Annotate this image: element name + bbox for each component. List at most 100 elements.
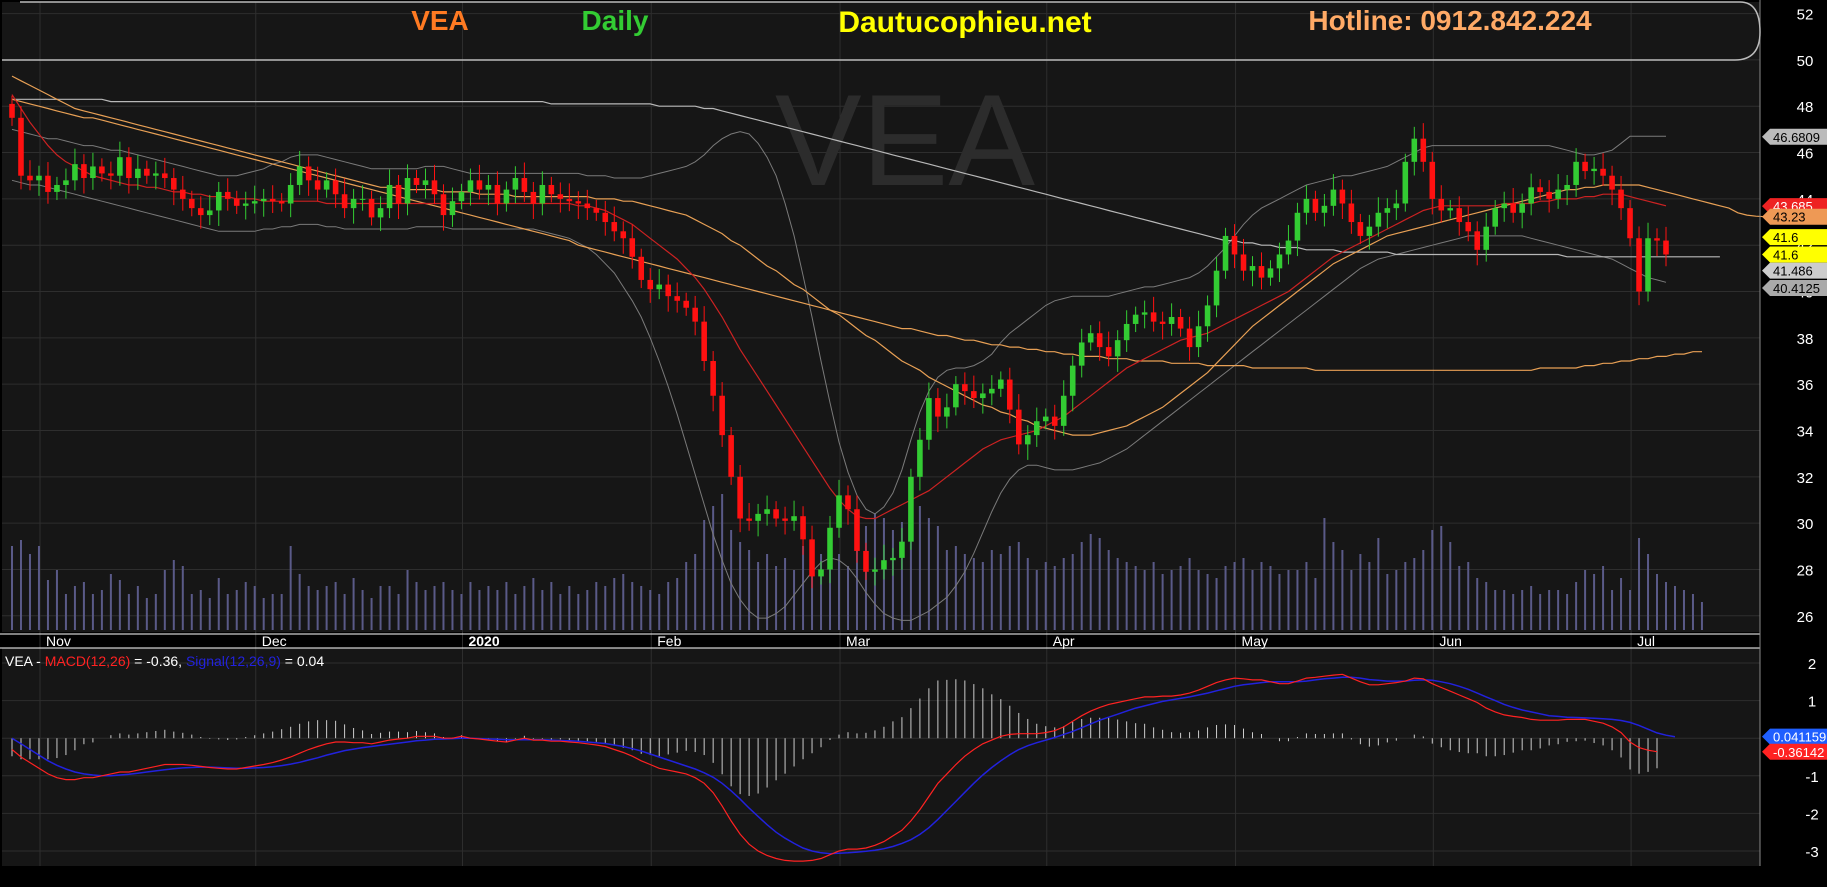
candle-body: [260, 198, 267, 202]
price-tick-label: 32: [1797, 470, 1814, 487]
candle-body: [99, 166, 105, 174]
candle-body: [368, 198, 375, 218]
candle-body: [440, 194, 447, 216]
price-tick-label: 46: [1797, 146, 1814, 163]
candle-body: [1051, 416, 1058, 426]
candle-body: [539, 184, 546, 204]
candle-body: [512, 178, 519, 190]
candle-body: [1582, 161, 1588, 172]
candle-body: [890, 557, 896, 561]
price-tick-label: 30: [1797, 516, 1814, 533]
candle-body: [1492, 208, 1498, 227]
candle-body: [180, 189, 186, 199]
price-tag-text: 46.6809: [1773, 130, 1820, 145]
candle-body: [602, 212, 609, 223]
candle-body: [332, 180, 339, 195]
candle-body: [117, 157, 123, 176]
candle-body: [1123, 323, 1130, 341]
candle-body: [1600, 168, 1606, 176]
price-tag-text: 40.4125: [1773, 281, 1820, 296]
candle-body: [162, 173, 168, 179]
candle-body: [1411, 138, 1418, 162]
candle-body: [413, 178, 420, 185]
candle-body: [1321, 205, 1328, 213]
candle-body: [188, 198, 195, 209]
price-tick-label: 26: [1797, 609, 1814, 626]
candle-body: [998, 379, 1004, 389]
candle-body: [530, 191, 537, 204]
candle-body: [278, 201, 285, 204]
candle-body: [746, 518, 752, 521]
candle-body: [593, 208, 600, 213]
candle-body: [1447, 208, 1454, 211]
candle-body: [1654, 238, 1660, 241]
month-label: Mar: [846, 633, 870, 649]
candle-body: [1402, 161, 1409, 204]
candle-body: [629, 238, 636, 257]
candle-body: [1258, 266, 1265, 278]
macd-legend-dash: -: [32, 653, 44, 669]
month-label: Nov: [46, 633, 71, 649]
candle-body: [1078, 342, 1085, 366]
candle-body: [935, 398, 941, 417]
candle-body: [1141, 312, 1148, 315]
candle-body: [1573, 161, 1579, 185]
candle-body: [63, 180, 69, 185]
candle-body: [27, 175, 33, 181]
candle-body: [1546, 191, 1552, 199]
candle-body: [1222, 235, 1229, 271]
candle-body: [422, 180, 429, 185]
macd-tick-label: 1: [1808, 694, 1816, 711]
candle-body: [1105, 347, 1112, 357]
candle-body: [1564, 184, 1570, 190]
candle-body: [269, 198, 276, 202]
candle-body: [1339, 189, 1346, 204]
candle-body: [1474, 231, 1481, 250]
candle-body: [1384, 208, 1391, 213]
macd-legend-symbol: VEA: [5, 653, 34, 669]
macd-signal-tag-text: 0.041159: [1773, 730, 1826, 745]
price-tick-label: 52: [1797, 7, 1814, 24]
candle-body: [1042, 416, 1049, 422]
candle-body: [1024, 435, 1031, 445]
candle-body: [359, 198, 366, 200]
candle-body: [737, 476, 743, 519]
candle-body: [1069, 365, 1076, 396]
candle-body: [917, 439, 923, 477]
candle-body: [791, 516, 797, 521]
candle-body: [719, 395, 725, 436]
candle-body: [1465, 222, 1472, 232]
candle-body: [881, 560, 887, 570]
candle-body: [701, 321, 707, 362]
candle-body: [1177, 317, 1184, 329]
candle-body: [755, 513, 761, 521]
candle-body: [36, 175, 42, 181]
candle-body: [1330, 189, 1337, 206]
candle-body: [242, 203, 249, 206]
hotline-text: Hotline: 0912.842.224: [1308, 5, 1592, 36]
candle-body: [90, 166, 96, 179]
price-tick-label: 50: [1797, 53, 1814, 70]
candle-body: [647, 279, 654, 290]
candle-body: [431, 180, 438, 195]
candle-body: [1240, 254, 1247, 271]
candle-body: [503, 189, 510, 204]
price-tag-text: 41.6: [1773, 230, 1798, 245]
candle-body: [1007, 379, 1013, 410]
candle-body: [386, 184, 393, 209]
candle-body: [404, 178, 411, 204]
candle-body: [1591, 168, 1597, 172]
candle-body: [467, 180, 474, 192]
candle-body: [1195, 326, 1202, 348]
candle-body: [251, 201, 258, 204]
candle-body: [126, 157, 132, 179]
candle-body: [18, 117, 24, 176]
candle-body: [1609, 175, 1615, 190]
candle-body: [1033, 421, 1040, 436]
price-tick-label: 36: [1797, 377, 1814, 394]
candle-body: [108, 173, 114, 176]
candle-body: [323, 180, 330, 190]
candle-body: [296, 166, 303, 185]
candle-body: [764, 509, 770, 514]
candle-body: [494, 184, 501, 204]
